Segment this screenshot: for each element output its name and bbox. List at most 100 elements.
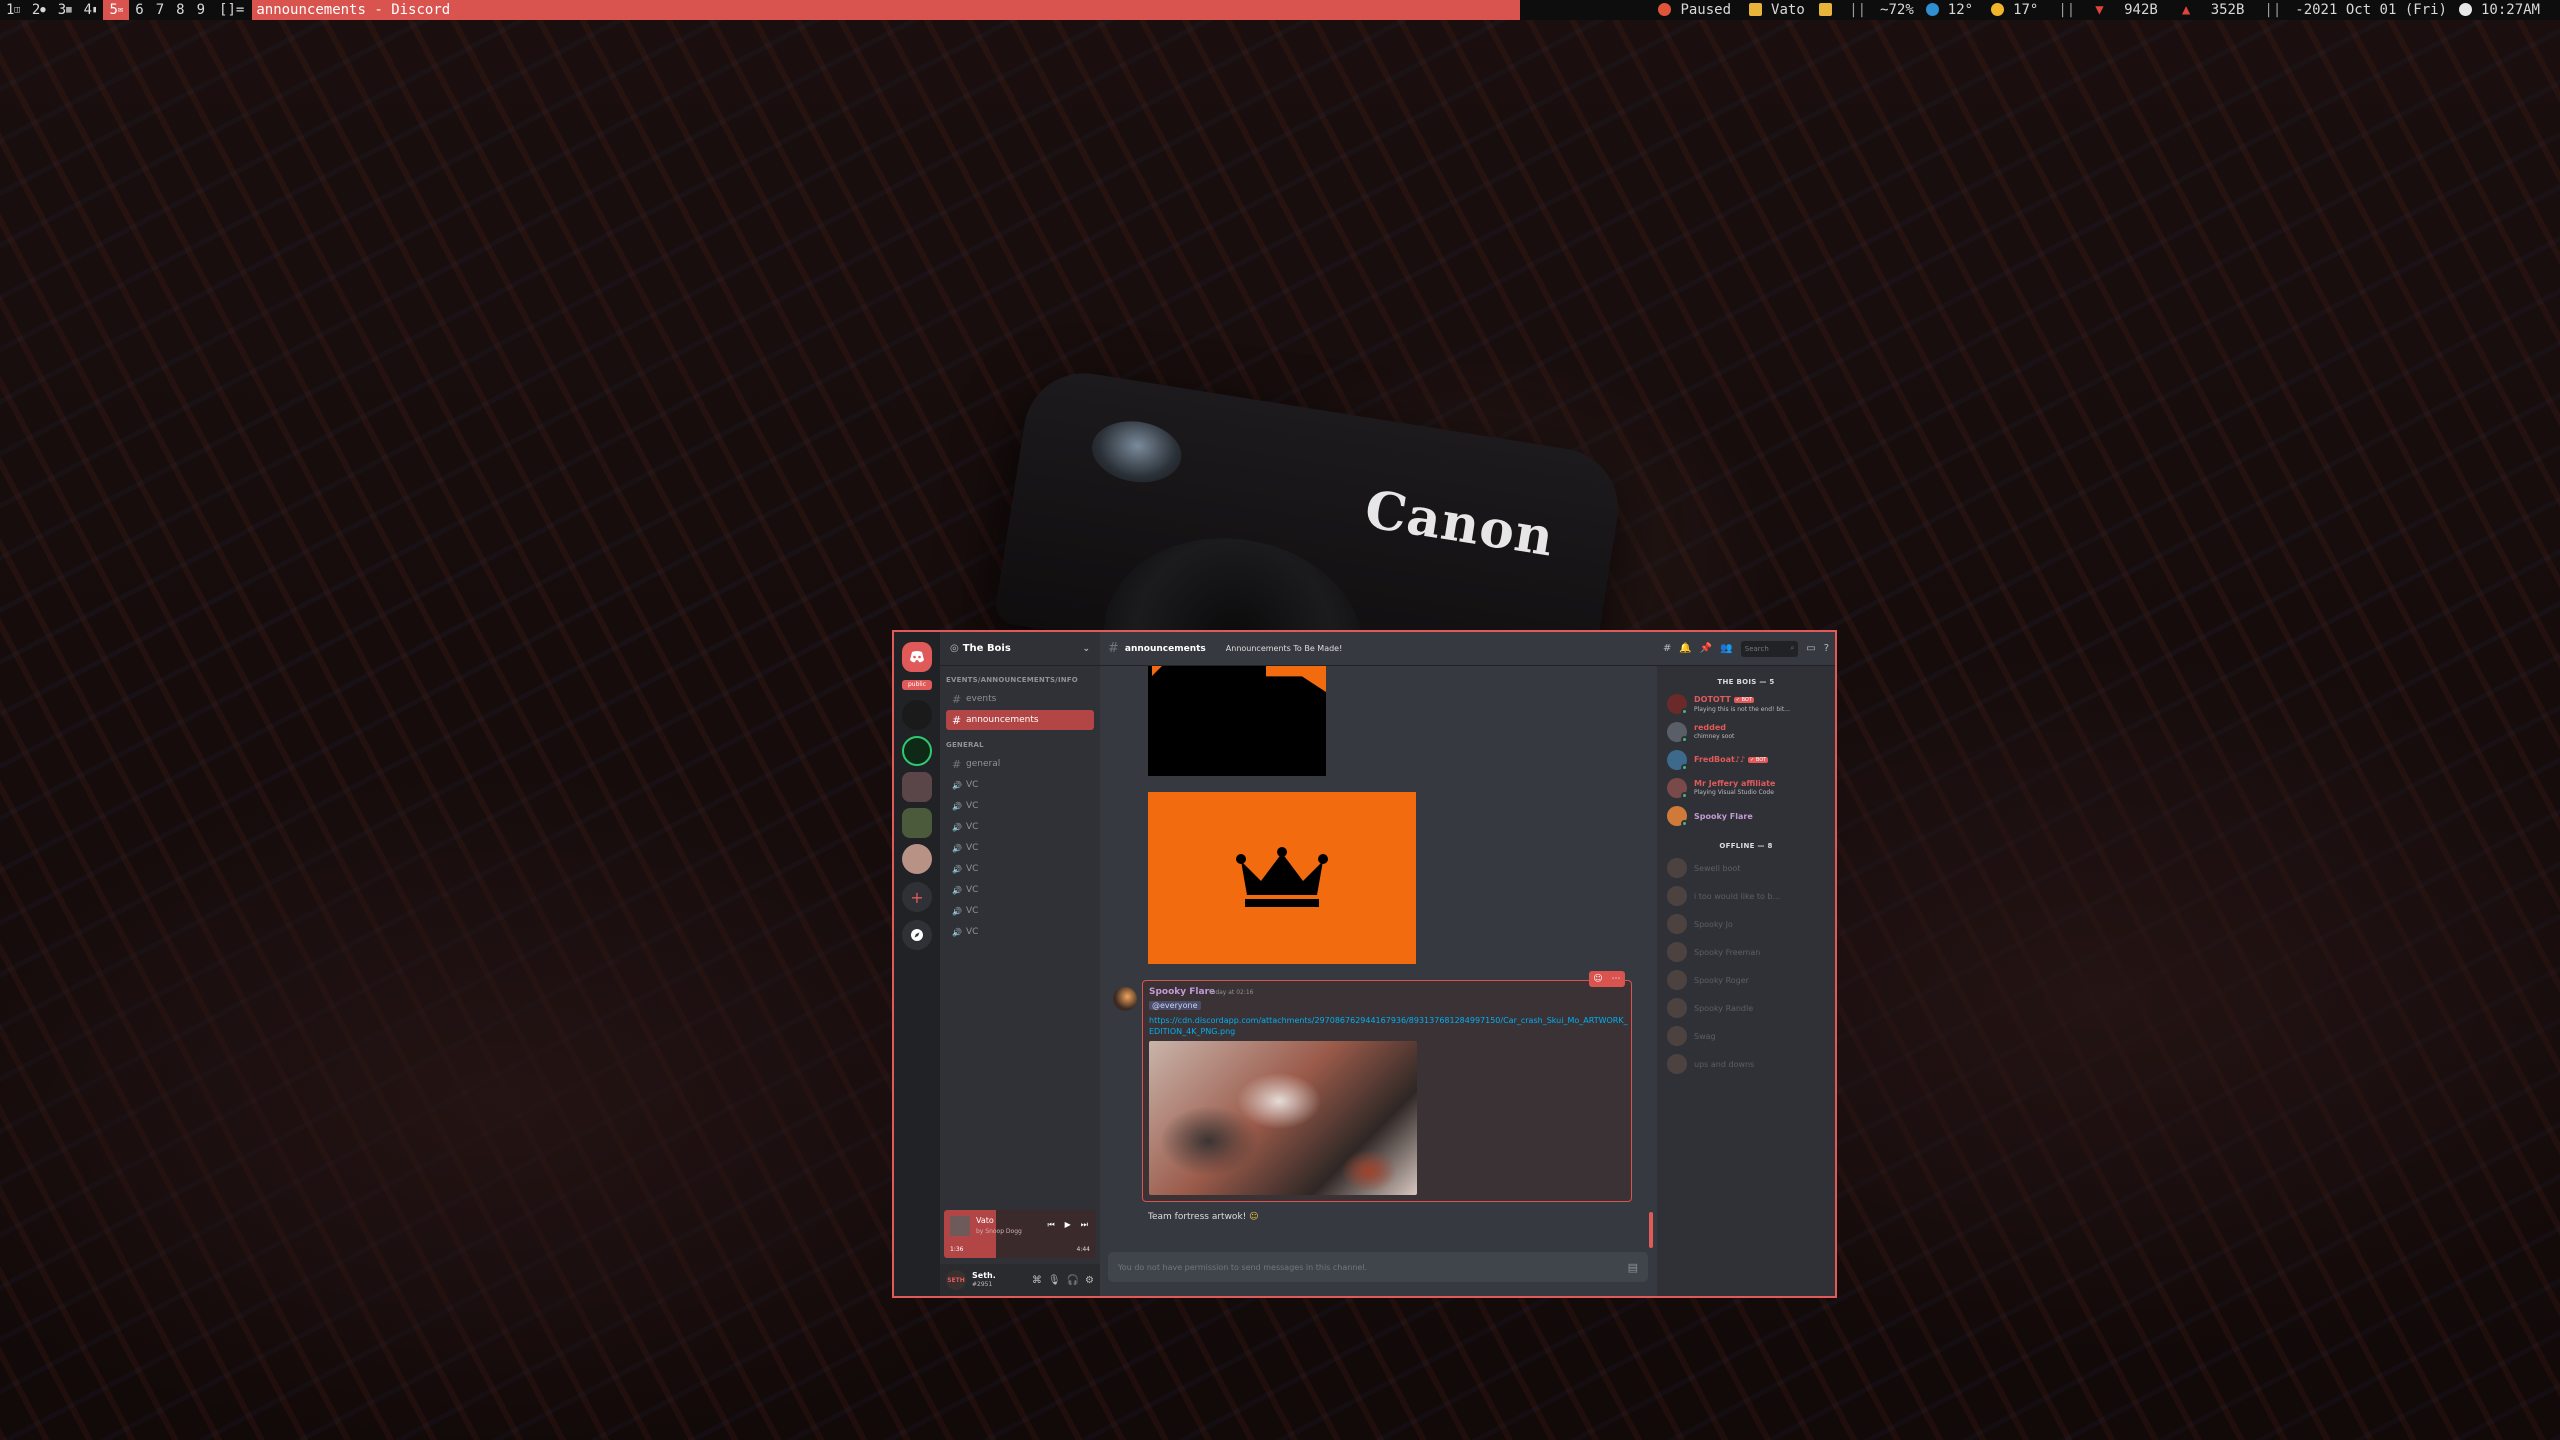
message-list[interactable]: Spooky Flare Today at 02:16 @everyone ht…: [1100, 666, 1657, 1250]
voice-channel-vc[interactable]: 🔊 VC: [946, 775, 1094, 795]
music-artist[interactable]: Vato: [1743, 2, 1841, 18]
member-row[interactable]: Spooky Roger: [1657, 966, 1835, 994]
members-icon[interactable]: 👥: [1720, 643, 1732, 654]
pin-icon[interactable]: 📌: [1700, 643, 1712, 654]
attachment-image-artwork[interactable]: [1149, 1041, 1417, 1195]
workspace-6[interactable]: 6: [129, 0, 149, 20]
attachment-image-crown[interactable]: [1148, 792, 1416, 964]
workspace-5[interactable]: 5✉: [103, 0, 130, 20]
member-row[interactable]: Spooky Randle: [1657, 994, 1835, 1022]
member-row[interactable]: Sewell boot: [1657, 854, 1835, 882]
voice-channel-vc[interactable]: 🔊 VC: [946, 859, 1094, 879]
add-server-button[interactable]: +: [902, 882, 932, 912]
message-author[interactable]: Spooky Flare: [1149, 987, 1215, 997]
window-title: announcements - Discord: [256, 2, 451, 18]
member-info: Swag: [1694, 1032, 1716, 1041]
author-avatar[interactable]: [1113, 987, 1137, 1011]
server-icon-1[interactable]: [902, 700, 932, 730]
search-input[interactable]: Search ⌕: [1740, 640, 1799, 657]
voice-channel-vc[interactable]: 🔊 VC: [946, 922, 1094, 942]
speaker-icon: 🔊: [952, 843, 962, 853]
voice-channel-vc[interactable]: 🔊 VC: [946, 817, 1094, 837]
bell-icon[interactable]: 🔔: [1679, 643, 1691, 654]
member-row[interactable]: Spooky Jo: [1657, 910, 1835, 938]
user-avatar[interactable]: SETH: [946, 1270, 966, 1290]
status-area: Paused Vato || ~72% 12° 17° || ▼ 942B ▲ …: [1652, 2, 2560, 18]
member-avatar: [1667, 970, 1687, 990]
voice-channel-vc[interactable]: 🔊 VC: [946, 838, 1094, 858]
member-row[interactable]: Swag: [1657, 1022, 1835, 1050]
discord-home-button[interactable]: [902, 642, 932, 672]
everyone-mention[interactable]: @everyone: [1149, 1001, 1201, 1010]
inbox-icon[interactable]: ▭: [1806, 643, 1815, 654]
explore-servers-button[interactable]: [902, 920, 932, 950]
channel-name: general: [966, 759, 1001, 769]
status-dot: [1681, 820, 1688, 827]
add-reaction-icon[interactable]: ☺: [1589, 971, 1607, 987]
chat-area: # announcements Announcements To Be Made…: [1100, 632, 1657, 1296]
layout-indicator[interactable]: []=: [211, 2, 252, 18]
workspace-badge-icon: ▮: [92, 5, 98, 15]
user-info[interactable]: Seth. #2951: [972, 1271, 996, 1289]
member-row[interactable]: Mr Jeffery affiliate Playing Visual Studi…: [1657, 774, 1835, 802]
attachment-image-black[interactable]: [1148, 666, 1326, 776]
member-name: Spooky Roger: [1694, 975, 1749, 985]
hash-icon: #: [1108, 641, 1119, 656]
text-channel-events[interactable]: # events: [946, 689, 1094, 709]
microphone-icon[interactable]: 🎙: [1048, 1275, 1061, 1286]
member-row[interactable]: ups and downs: [1657, 1050, 1835, 1078]
help-icon[interactable]: ?: [1824, 643, 1829, 654]
server-icon-2[interactable]: [902, 736, 932, 766]
channel-topic[interactable]: Announcements To Be Made!: [1226, 644, 1343, 653]
threads-icon[interactable]: #: [1663, 643, 1671, 654]
voice-channel-vc[interactable]: 🔊 VC: [946, 901, 1094, 921]
text-channel-announcements[interactable]: # announcements: [946, 710, 1094, 730]
member-row[interactable]: Spooky Flare: [1657, 802, 1835, 830]
attachment-link[interactable]: https://cdn.discordapp.com/attachments/2…: [1149, 1015, 1629, 1037]
gift-icon[interactable]: ▤: [1628, 1261, 1638, 1274]
server-folder-1[interactable]: [902, 772, 932, 802]
channel-category[interactable]: EVENTS/ANNOUNCEMENTS/INFO: [940, 666, 1100, 688]
workspace-label: 4: [83, 2, 93, 18]
channel-category[interactable]: GENERAL: [940, 731, 1100, 753]
text-channel-general[interactable]: # general: [946, 754, 1094, 774]
more-options-icon[interactable]: ⋯: [1607, 971, 1625, 987]
member-row[interactable]: DOTOTT ✓ BOT Playing this is not the end! …: [1657, 690, 1835, 718]
workspace-3[interactable]: 3▦: [52, 0, 78, 20]
member-info: FredBoat♪♪ ✓ BOT: [1694, 755, 1769, 765]
member-row[interactable]: FredBoat♪♪ ✓ BOT: [1657, 746, 1835, 774]
channel-name: VC: [966, 822, 979, 832]
voice-channel-vc[interactable]: 🔊 VC: [946, 796, 1094, 816]
music-status[interactable]: Paused: [1652, 2, 1743, 18]
status-dot: [1681, 792, 1688, 799]
member-row[interactable]: i too would like to b...: [1657, 882, 1835, 910]
sun-icon: [1991, 3, 2005, 16]
workspace-7[interactable]: 7: [150, 0, 170, 20]
speaker-icon: 🔊: [952, 864, 962, 874]
speaker-icon: 🔊: [952, 927, 962, 937]
message-composer[interactable]: You do not have permission to send messa…: [1108, 1252, 1648, 1282]
workspace-1[interactable]: 1◫: [0, 0, 26, 20]
highlighted-message[interactable]: Spooky Flare Today at 02:16 @everyone ht…: [1113, 971, 1632, 1202]
workspace-8[interactable]: 8: [170, 0, 190, 20]
play-icon[interactable]: ▶: [1065, 1220, 1071, 1230]
workspace-4[interactable]: 4▮: [78, 0, 104, 20]
gamepad-icon[interactable]: ⌘: [1032, 1275, 1042, 1286]
member-row[interactable]: redded chimney soot: [1657, 718, 1835, 746]
voice-channel-vc[interactable]: 🔊 VC: [946, 880, 1094, 900]
workspace-9[interactable]: 9: [191, 0, 211, 20]
server-list: public +: [894, 632, 940, 1296]
member-row[interactable]: Spooky Freeman: [1657, 938, 1835, 966]
headphones-icon[interactable]: 🎧: [1067, 1275, 1079, 1286]
workspace-2[interactable]: 2●: [26, 0, 52, 20]
settings-gear-icon[interactable]: ⚙: [1085, 1275, 1094, 1286]
speaker-icon: 🔊: [952, 885, 962, 895]
server-header[interactable]: ◎ The Bois ⌄: [940, 632, 1100, 666]
server-icon-the-bois[interactable]: [902, 844, 932, 874]
workspace-label: 9: [196, 2, 206, 18]
previous-track-icon[interactable]: ⏮: [1047, 1220, 1054, 1230]
server-folder-2[interactable]: [902, 808, 932, 838]
compass-icon: [911, 929, 923, 941]
scrollbar-thumb[interactable]: [1649, 1212, 1653, 1248]
next-track-icon[interactable]: ⏭: [1081, 1220, 1088, 1230]
